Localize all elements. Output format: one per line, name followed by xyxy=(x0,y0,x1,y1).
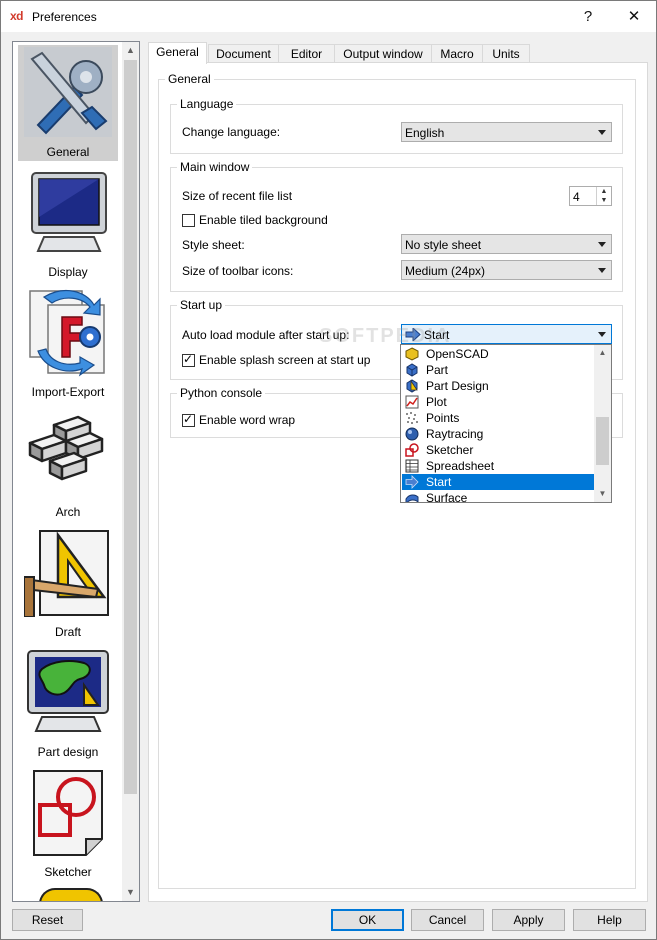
sidebar-item-label: Import-Export xyxy=(31,385,105,399)
sidebar-item-label: Arch xyxy=(55,505,81,519)
tab-units[interactable]: Units xyxy=(482,44,530,64)
spin-up-arrow-icon[interactable]: ▲ xyxy=(596,187,611,196)
sidebar-item-import-export[interactable]: Import-Export xyxy=(18,285,118,401)
tiled-background-checkbox[interactable] xyxy=(182,214,195,227)
raytracing-sphere-icon xyxy=(405,427,419,441)
splash-screen-label: Enable splash screen at start up xyxy=(199,353,371,367)
cancel-button[interactable]: Cancel xyxy=(411,909,484,931)
watermark-text: SOFTPEDIA xyxy=(319,325,452,347)
tab-general[interactable]: General xyxy=(148,42,207,64)
word-wrap-checkbox[interactable] xyxy=(182,412,195,427)
chevron-down-icon xyxy=(598,268,606,273)
sidebar-item-general[interactable]: General xyxy=(18,45,118,161)
list-item[interactable]: Part xyxy=(402,362,594,378)
language-combo[interactable]: English xyxy=(401,122,612,142)
list-item[interactable]: Raytracing xyxy=(402,426,594,442)
scroll-down-arrow-icon[interactable]: ▼ xyxy=(122,884,139,901)
recent-files-label: Size of recent file list xyxy=(182,189,293,203)
sidebar-item-part-design[interactable]: Part design xyxy=(18,645,118,761)
part-design-monitor-icon xyxy=(27,650,109,732)
tab-document[interactable]: Document xyxy=(208,44,279,64)
next-category-icon-partial xyxy=(39,888,103,901)
combo-value: English xyxy=(405,126,445,140)
help-title-button[interactable]: ? xyxy=(565,1,611,32)
sidebar-scrollbar[interactable]: ▲ ▼ xyxy=(122,42,139,901)
sidebar-item-arch[interactable]: Arch xyxy=(18,405,118,521)
chevron-down-icon xyxy=(598,242,606,247)
list-item-selected[interactable]: Start xyxy=(402,474,594,490)
scroll-up-arrow-icon[interactable]: ▲ xyxy=(594,345,611,361)
tab-macro[interactable]: Macro xyxy=(431,44,483,64)
spreadsheet-icon xyxy=(405,459,419,473)
sidebar-item-label: Display xyxy=(48,265,88,279)
window-title: Preferences xyxy=(32,10,97,24)
sidebar-item-draft[interactable]: Draft xyxy=(18,525,118,641)
sketcher-small-icon xyxy=(405,443,419,457)
preferences-window: xd Preferences ? ✕ General Display Impor… xyxy=(0,0,657,940)
tab-output-window[interactable]: Output window xyxy=(334,44,432,64)
list-item[interactable]: Part Design xyxy=(402,378,594,394)
import-export-icon xyxy=(29,289,105,377)
surface-icon xyxy=(405,494,419,502)
change-language-label: Change language: xyxy=(182,125,281,139)
sidebar-item-display[interactable]: Display xyxy=(18,165,118,281)
group-title: Language xyxy=(180,97,234,111)
group-title: Python console xyxy=(180,386,263,400)
close-window-button[interactable]: ✕ xyxy=(611,1,657,32)
list-item[interactable]: Points xyxy=(402,410,594,426)
combo-value: No style sheet xyxy=(405,238,482,252)
recent-files-spinbox[interactable]: 4 ▲ ▼ xyxy=(569,186,612,206)
chevron-down-icon xyxy=(598,332,606,337)
sidebar-item-label: Part design xyxy=(37,745,99,759)
apply-button[interactable]: Apply xyxy=(492,909,565,931)
word-wrap-label: Enable word wrap xyxy=(199,413,296,427)
sidebar-item-label: Sketcher xyxy=(44,865,92,879)
scroll-up-arrow-icon[interactable]: ▲ xyxy=(122,42,139,59)
part-cube-icon xyxy=(406,363,418,377)
plot-icon xyxy=(405,395,419,409)
monitor-icon xyxy=(31,172,107,252)
group-title: General xyxy=(168,72,211,86)
list-item[interactable]: Surface xyxy=(402,490,594,502)
sidebar-item-label: General xyxy=(46,145,90,159)
title-bar: xd Preferences ? ✕ xyxy=(1,1,656,32)
tiled-background-label: Enable tiled background xyxy=(199,213,328,227)
toolbar-icons-label: Size of toolbar icons: xyxy=(182,264,294,278)
openscad-icon xyxy=(405,347,419,361)
style-sheet-combo[interactable]: No style sheet xyxy=(401,234,612,254)
toolbar-icons-combo[interactable]: Medium (24px) xyxy=(401,260,612,280)
app-logo-icon: xd xyxy=(10,9,24,23)
set-square-ruler-icon xyxy=(24,530,109,617)
group-title: Main window xyxy=(180,160,250,174)
bricks-icon xyxy=(28,415,104,481)
splash-screen-checkbox[interactable] xyxy=(182,352,195,367)
dropdown-scroll-thumb[interactable] xyxy=(596,417,609,465)
start-arrow-icon xyxy=(405,475,419,489)
style-sheet-label: Style sheet: xyxy=(182,238,245,252)
sidebar-item-label: Draft xyxy=(54,625,81,639)
list-item[interactable]: Spreadsheet xyxy=(402,458,594,474)
spin-value: 4 xyxy=(573,190,580,204)
list-item[interactable]: Plot xyxy=(402,394,594,410)
preferences-category-list: General Display Import-Export Arch Draft… xyxy=(12,41,140,902)
sidebar-scroll-thumb[interactable] xyxy=(124,60,137,794)
module-dropdown-list[interactable]: OpenSCAD Part Part Design Plot Points Ra… xyxy=(400,344,612,503)
ok-button[interactable]: OK xyxy=(331,909,404,931)
group-title: Start up xyxy=(180,298,223,312)
spin-down-arrow-icon[interactable]: ▼ xyxy=(596,196,611,205)
sketcher-icon xyxy=(33,770,103,856)
list-item[interactable]: Sketcher xyxy=(402,442,594,458)
list-item[interactable]: OpenSCAD xyxy=(402,346,594,362)
wrench-screwdriver-icon xyxy=(24,47,112,137)
combo-value: Medium (24px) xyxy=(405,264,486,278)
sidebar-item-sketcher[interactable]: Sketcher xyxy=(18,765,118,881)
dropdown-scrollbar[interactable]: ▲ ▼ xyxy=(594,345,611,502)
tab-editor[interactable]: Editor xyxy=(278,44,335,64)
chevron-down-icon xyxy=(598,130,606,135)
reset-button[interactable]: Reset xyxy=(12,909,83,931)
points-icon xyxy=(406,412,418,424)
part-design-icon xyxy=(406,379,418,393)
scroll-down-arrow-icon[interactable]: ▼ xyxy=(594,486,611,502)
help-button[interactable]: Help xyxy=(573,909,646,931)
